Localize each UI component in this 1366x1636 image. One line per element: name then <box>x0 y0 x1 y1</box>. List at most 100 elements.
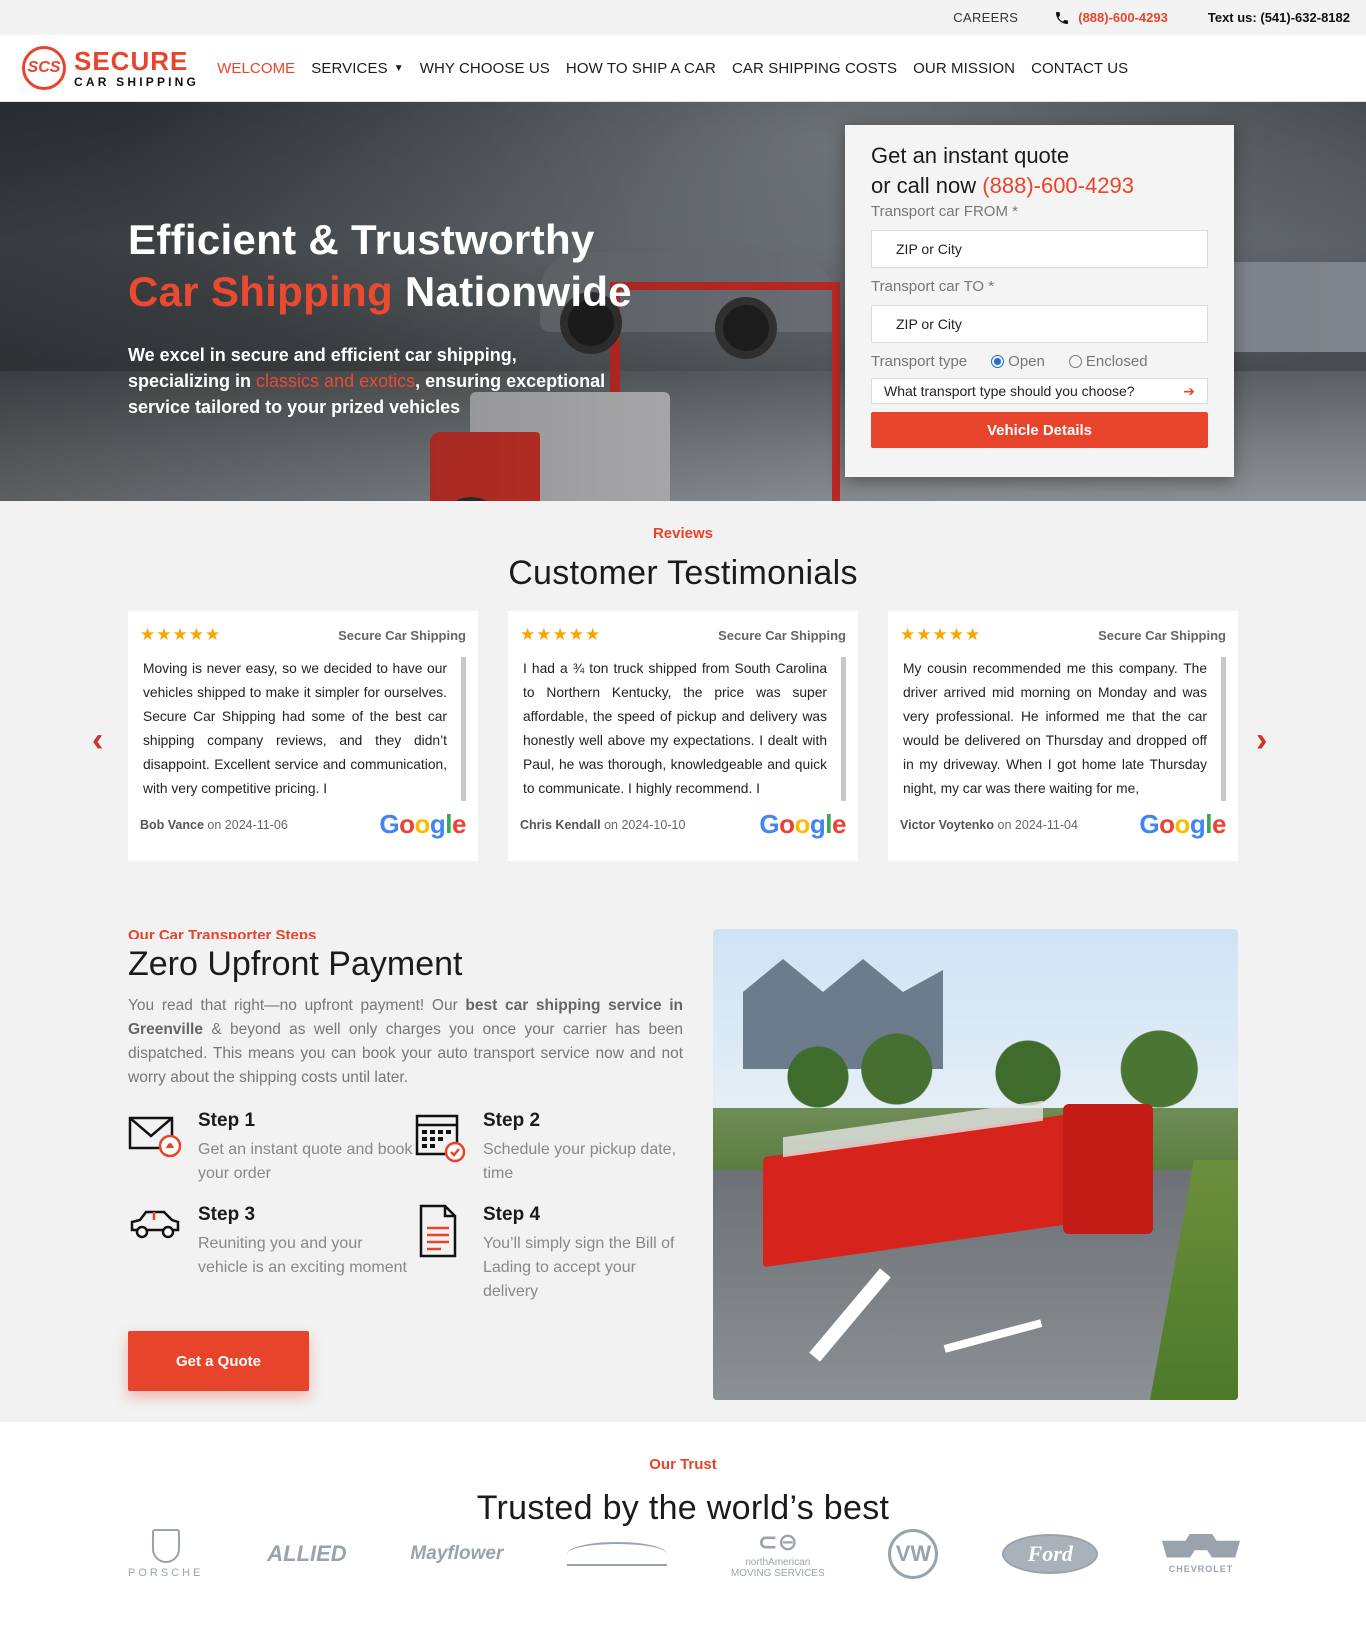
steps-content: Our Car Transporter Steps Zero Upfront P… <box>128 927 683 1304</box>
envelope-icon <box>128 1110 182 1162</box>
top-phone-number: (888)-600-4293 <box>1078 10 1168 25</box>
radio-checked-icon <box>991 355 1005 368</box>
review-text[interactable]: I had a ¾ ton truck shipped from South C… <box>520 657 846 801</box>
text-us-label: Text us: <box>1207 10 1257 25</box>
nav-menu: WELCOME SERVICES ▼ WHY CHOOSE US HOW TO S… <box>217 60 1128 77</box>
step-title: Step 1 <box>198 1110 256 1131</box>
quote-heading-phone[interactable]: (888)-600-4293 <box>982 173 1134 198</box>
reviews-section: Reviews Customer Testimonials ‹ › ★★★★★ S… <box>0 501 1366 887</box>
car-transporter-photo <box>713 929 1238 1400</box>
reviews-eyebrow: Reviews <box>652 525 714 542</box>
nav-item-shipping-costs[interactable]: CAR SHIPPING COSTS <box>732 60 897 77</box>
ford-wordmark: Ford <box>1002 1533 1099 1574</box>
car-icon <box>128 1204 180 1256</box>
review-date-prefix: on <box>604 817 618 832</box>
transport-type-help-link[interactable]: What transport type should you choose? ➔ <box>871 378 1208 404</box>
phone-icon <box>1056 11 1069 24</box>
main-nav: SCS SECURE CAR SHIPPING WELCOME SERVICES… <box>0 35 1366 102</box>
text-us[interactable]: Text us: (541)-632-8182 <box>1208 10 1350 25</box>
hero-title: Efficient & Trustworthy Car Shipping Nat… <box>128 214 632 318</box>
review-date-prefix: on <box>207 817 222 832</box>
review-author: Chris Kendall on 2024-10-10 <box>520 818 685 832</box>
chevrolet-wordmark: CHEVROLET <box>1168 1563 1234 1574</box>
steps-lead: You read that right—no upfront payment! … <box>128 994 683 1090</box>
review-cards: ★★★★★ Secure Car Shipping Moving is never… <box>128 611 1238 861</box>
transport-type-help-text: What transport type should you choose? <box>884 383 1135 399</box>
top-phone-link[interactable]: (888)-600-4293 <box>1054 10 1168 26</box>
review-source: Secure Car Shipping <box>718 627 846 643</box>
caret-down-icon: ▼ <box>393 62 404 74</box>
nav-item-services[interactable]: SERVICES ▼ <box>311 60 403 77</box>
step-text: Reuniting you and your vehicle is an exc… <box>198 1235 407 1276</box>
top-bar: CAREERS (888)-600-4293 Text us: (541)-63… <box>0 0 1366 35</box>
review-date: 2024-11-04 <box>1014 817 1078 832</box>
step-item: Step 1 Get an instant quote and book your… <box>128 1110 413 1186</box>
chevrolet-logo-icon: CHEVROLET <box>1161 1533 1240 1574</box>
quote-form: Get an instant quote or call now (888)-6… <box>845 125 1234 477</box>
radio-unchecked-icon <box>1068 355 1082 368</box>
google-logo-icon: Google <box>759 809 846 839</box>
nav-item-services-label: SERVICES <box>311 59 388 77</box>
review-author-name: Chris Kendall <box>520 817 601 832</box>
photo-transporter-cab <box>1063 1104 1153 1234</box>
to-input[interactable]: ZIP or City <box>871 305 1208 343</box>
logo-line1: SECURE <box>74 46 189 76</box>
review-text[interactable]: Moving is never easy, so we decided to h… <box>140 657 466 801</box>
review-author-name: Bob Vance <box>140 817 204 832</box>
hero-title-red: Car Shipping <box>128 268 393 315</box>
review-text[interactable]: My cousin recommended me this company. T… <box>900 657 1226 801</box>
step-title: Step 2 <box>483 1110 541 1131</box>
carousel-next-icon[interactable]: › <box>1256 721 1267 760</box>
nav-item-contact-us[interactable]: CONTACT US <box>1031 60 1128 77</box>
from-input[interactable]: ZIP or City <box>871 230 1208 268</box>
hero-sub-red: classics and exotics <box>256 371 416 391</box>
review-source: Secure Car Shipping <box>1098 627 1226 643</box>
site-logo[interactable]: SCS SECURE CAR SHIPPING <box>22 46 199 90</box>
trust-title: Trusted by the world’s best <box>476 1489 890 1527</box>
vw-mark: VW <box>888 1528 939 1579</box>
step-item: Step 4 You’ll simply sign the Bill of Lad… <box>413 1204 683 1304</box>
porsche-wordmark: PORSCHE <box>128 1566 204 1579</box>
review-date-prefix: on <box>997 817 1012 832</box>
review-date: 2024-10-10 <box>621 817 686 832</box>
hero-subtitle: We excel in secure and efficient car shi… <box>128 342 618 420</box>
star-rating-icon: ★★★★★ <box>140 625 222 644</box>
aston-martin-logo-icon <box>567 1541 668 1566</box>
step-title: Step 3 <box>198 1204 256 1225</box>
nav-item-our-mission[interactable]: OUR MISSION <box>913 60 1015 77</box>
get-a-quote-button[interactable]: Get a Quote <box>128 1331 309 1391</box>
quote-heading: Get an instant quote or call now (888)-6… <box>871 141 1208 201</box>
transport-type-open[interactable]: Open <box>991 353 1045 370</box>
steps-eyebrow: Our Car Transporter Steps <box>128 927 317 939</box>
reviews-title: Customer Testimonials <box>508 554 858 592</box>
logo-mark-icon: SCS <box>22 46 66 90</box>
review-card: ★★★★★ Secure Car Shipping I had a ¾ ton t… <box>508 611 858 861</box>
carousel-prev-icon[interactable]: ‹ <box>92 721 103 760</box>
trust-section: Our Trust Trusted by the world’s best PO… <box>0 1422 1366 1636</box>
review-author: Victor Voytenko on 2024-11-04 <box>900 818 1078 832</box>
porsche-logo-icon: PORSCHE <box>128 1528 204 1579</box>
review-author: Bob Vance on 2024-11-06 <box>140 818 288 832</box>
arrow-right-icon: ➔ <box>1183 382 1195 399</box>
review-date: 2024-11-06 <box>224 817 288 832</box>
transport-type-enclosed[interactable]: Enclosed <box>1068 353 1148 370</box>
careers-link[interactable]: CAREERS <box>953 10 1018 25</box>
review-card: ★★★★★ Secure Car Shipping My cousin recom… <box>888 611 1238 861</box>
nav-item-welcome[interactable]: WELCOME <box>217 60 295 77</box>
transport-type-enclosed-label: Enclosed <box>1085 353 1148 370</box>
hero-title-rest: Nationwide <box>404 268 632 315</box>
logo-text: SECURE CAR SHIPPING <box>74 48 199 88</box>
review-card: ★★★★★ Secure Car Shipping Moving is never… <box>128 611 478 861</box>
nav-item-how-to-ship[interactable]: HOW TO SHIP A CAR <box>566 60 716 77</box>
step-text: Get an instant quote and book your order <box>198 1141 413 1182</box>
nav-item-why-choose-us[interactable]: WHY CHOOSE US <box>420 60 550 77</box>
from-label: Transport car FROM * <box>871 203 1018 220</box>
steps-title: Zero Upfront Payment <box>128 945 463 983</box>
step-text: Schedule your pickup date, time <box>483 1141 677 1182</box>
logo-line2: CAR SHIPPING <box>74 75 200 89</box>
star-rating-icon: ★★★★★ <box>520 625 602 644</box>
hero-text: Efficient & Trustworthy Car Shipping Nat… <box>128 214 632 420</box>
google-logo-icon: Google <box>1139 809 1226 839</box>
step-grid: Step 1 Get an instant quote and book your… <box>128 1110 683 1304</box>
vehicle-details-button[interactable]: Vehicle Details <box>871 412 1208 448</box>
